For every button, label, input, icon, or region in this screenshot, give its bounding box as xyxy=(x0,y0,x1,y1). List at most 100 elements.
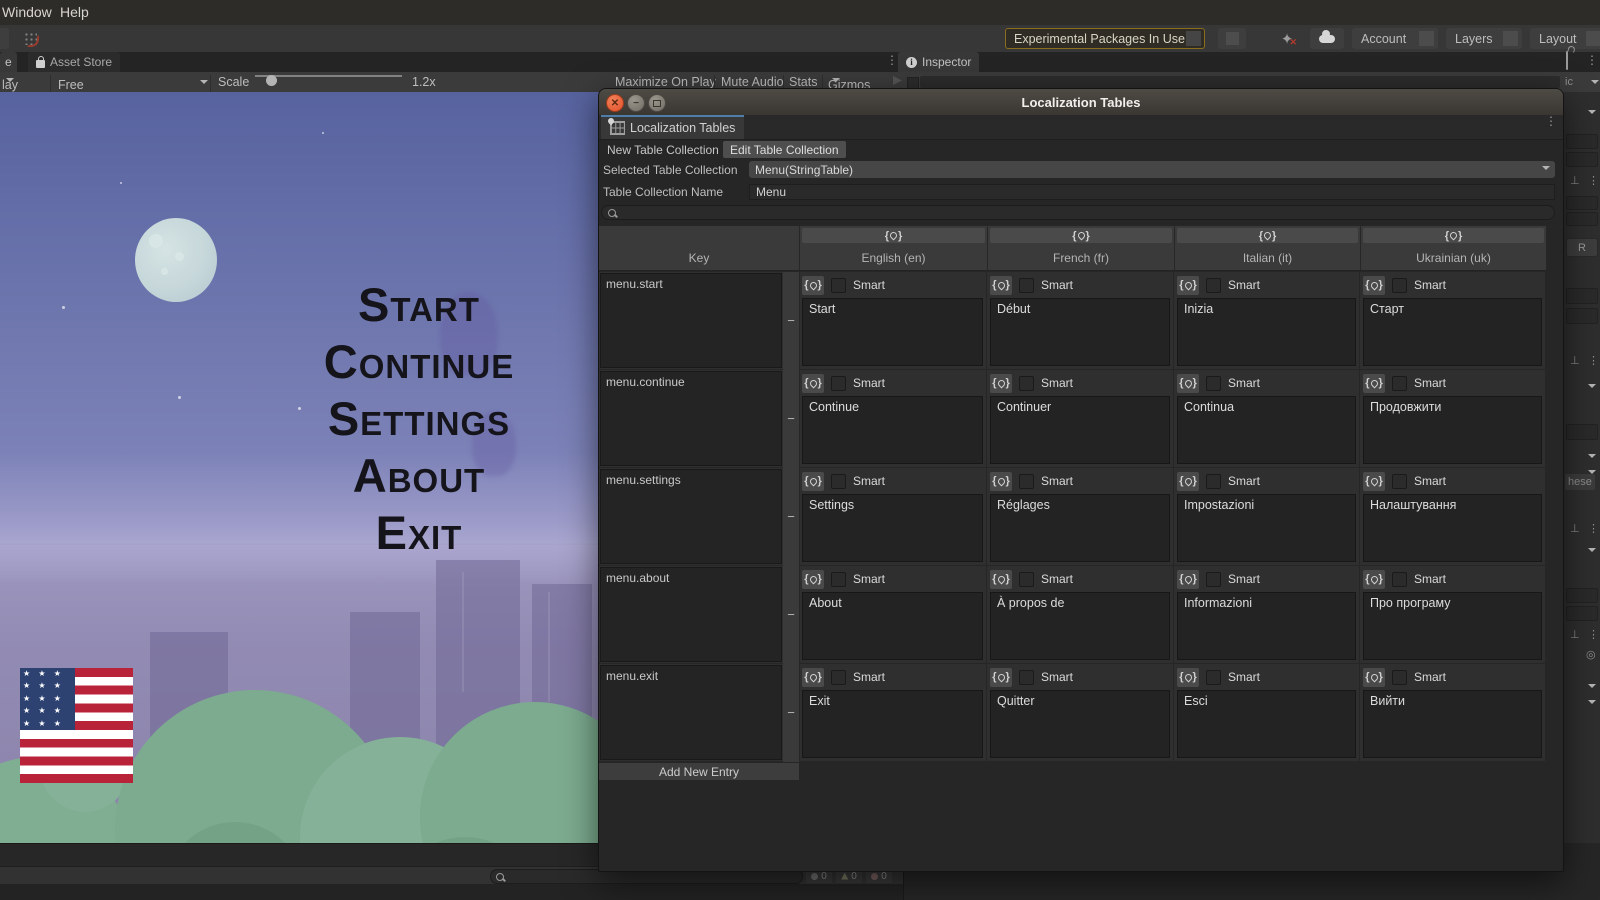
services-button[interactable] xyxy=(1218,28,1246,49)
maximize-on-play-toggle[interactable]: Maximize On Play xyxy=(615,75,716,89)
chevron-down-icon[interactable] xyxy=(1588,110,1596,118)
translation-field[interactable]: Про програму xyxy=(1363,592,1542,660)
game-menu-start[interactable]: Start xyxy=(258,280,580,329)
chevron-down-icon[interactable] xyxy=(1588,454,1596,462)
smart-checkbox[interactable] xyxy=(831,572,846,587)
cell-metadata-button[interactable]: {} xyxy=(990,570,1012,589)
kebab-icon[interactable]: ⋮ xyxy=(1588,354,1599,367)
column-header-english[interactable]: {} English (en) xyxy=(800,226,988,270)
game-menu-settings[interactable]: Settings xyxy=(258,394,580,443)
experimental-packages-button[interactable]: Experimental Packages In Use xyxy=(1005,28,1205,49)
cell-metadata-button[interactable]: {} xyxy=(802,668,824,687)
cell-metadata-button[interactable]: {} xyxy=(1363,374,1385,393)
smart-checkbox[interactable] xyxy=(1392,670,1407,685)
column-header-french[interactable]: {} French (fr) xyxy=(988,226,1175,270)
foldout-icon[interactable] xyxy=(893,76,902,85)
scale-slider-knob[interactable] xyxy=(266,75,277,86)
column-metadata-button[interactable]: {} xyxy=(802,228,985,243)
menu-help[interactable]: Help xyxy=(60,4,89,20)
cell-metadata-button[interactable]: {} xyxy=(1177,472,1199,491)
tab-game-partial[interactable]: e xyxy=(0,52,17,72)
cell-metadata-button[interactable]: {} xyxy=(1363,276,1385,295)
account-dropdown[interactable]: Account xyxy=(1352,28,1438,49)
smart-checkbox[interactable] xyxy=(1206,376,1221,391)
preset-icon[interactable]: ⊥ xyxy=(1570,522,1580,535)
translation-field[interactable]: About xyxy=(802,592,983,660)
cell-metadata-button[interactable]: {} xyxy=(990,472,1012,491)
chevron-down-icon[interactable] xyxy=(1588,684,1596,692)
mute-audio-toggle[interactable]: Mute Audio xyxy=(721,75,784,89)
button-fragment[interactable]: hese xyxy=(1565,474,1595,490)
kebab-icon[interactable]: ⋮ xyxy=(1588,174,1599,187)
cloud-button[interactable] xyxy=(1310,28,1344,49)
new-table-collection-button[interactable]: New Table Collection xyxy=(600,141,726,158)
cell-metadata-button[interactable]: {} xyxy=(1363,570,1385,589)
remove-entry-button[interactable]: − xyxy=(785,609,797,621)
game-menu-exit[interactable]: Exit xyxy=(258,508,580,557)
translation-field[interactable]: Продовжити xyxy=(1363,396,1542,464)
translation-field[interactable]: Continuer xyxy=(990,396,1170,464)
smart-checkbox[interactable] xyxy=(831,278,846,293)
translation-field[interactable]: Continue xyxy=(802,396,983,464)
key-field[interactable]: menu.continue xyxy=(600,371,782,466)
smart-checkbox[interactable] xyxy=(1019,474,1034,489)
translation-field[interactable]: Continua xyxy=(1177,396,1356,464)
smart-checkbox[interactable] xyxy=(831,376,846,391)
edit-table-collection-button[interactable]: Edit Table Collection xyxy=(723,141,846,158)
chevron-down-icon[interactable] xyxy=(1588,700,1596,708)
key-field[interactable]: menu.settings xyxy=(600,469,782,564)
column-header-italian[interactable]: {} Italian (it) xyxy=(1175,226,1361,270)
layout-dropdown[interactable]: Layout xyxy=(1530,28,1600,49)
smart-checkbox[interactable] xyxy=(1206,670,1221,685)
chevron-down-icon[interactable] xyxy=(1588,384,1596,392)
cell-metadata-button[interactable]: {} xyxy=(990,276,1012,295)
translation-field[interactable]: Quitter xyxy=(990,690,1170,758)
smart-checkbox[interactable] xyxy=(1392,572,1407,587)
preset-icon[interactable]: ⊥ xyxy=(1570,628,1580,641)
key-field[interactable]: menu.about xyxy=(600,567,782,662)
cell-metadata-button[interactable]: {} xyxy=(1363,668,1385,687)
translation-field[interactable]: Réglages xyxy=(990,494,1170,562)
smart-checkbox[interactable] xyxy=(831,670,846,685)
cell-metadata-button[interactable]: {} xyxy=(1177,570,1199,589)
remove-entry-button[interactable]: − xyxy=(785,707,797,719)
selected-collection-dropdown[interactable]: Menu(StringTable) xyxy=(749,161,1555,178)
remove-entry-button[interactable]: − xyxy=(785,511,797,523)
smart-checkbox[interactable] xyxy=(1392,474,1407,489)
smart-checkbox[interactable] xyxy=(1206,474,1221,489)
smart-checkbox[interactable] xyxy=(1019,572,1034,587)
window-menu-icon[interactable]: ⋮ xyxy=(1545,119,1557,124)
translation-field[interactable]: Début xyxy=(990,298,1170,366)
window-minimize-button[interactable]: − xyxy=(627,94,645,112)
gameobject-name-field[interactable] xyxy=(920,76,1560,88)
game-menu-about[interactable]: About xyxy=(258,451,580,500)
tool-button-partial[interactable] xyxy=(0,28,9,49)
smart-checkbox[interactable] xyxy=(831,474,846,489)
smart-checkbox[interactable] xyxy=(1392,278,1407,293)
cell-metadata-button[interactable]: {} xyxy=(990,668,1012,687)
cell-metadata-button[interactable]: {} xyxy=(802,276,824,295)
key-field[interactable]: menu.start xyxy=(600,273,782,368)
cell-metadata-button[interactable]: {} xyxy=(990,374,1012,393)
translation-field[interactable]: À propos de xyxy=(990,592,1170,660)
collection-name-field[interactable]: Menu xyxy=(749,184,1555,200)
smart-checkbox[interactable] xyxy=(1206,572,1221,587)
scale-slider-track[interactable] xyxy=(255,75,402,77)
tab-localization-tables[interactable]: Localization Tables xyxy=(601,115,744,139)
rotation-button[interactable]: R xyxy=(1566,238,1598,257)
translation-field[interactable]: Esci xyxy=(1177,690,1356,758)
translation-field[interactable]: Вийти xyxy=(1363,690,1542,758)
grid-snap-tool-button[interactable] xyxy=(16,28,44,49)
collab-button[interactable]: ✦✕ xyxy=(1270,28,1304,49)
game-panel-menu-icon[interactable]: ⋮ xyxy=(886,58,898,63)
menu-window[interactable]: Window xyxy=(2,4,52,20)
kebab-icon[interactable]: ⋮ xyxy=(1588,522,1599,535)
game-menu-continue[interactable]: Continue xyxy=(258,337,580,386)
static-chevron-icon[interactable] xyxy=(1591,80,1599,88)
cell-metadata-button[interactable]: {} xyxy=(802,374,824,393)
smart-checkbox[interactable] xyxy=(1019,278,1034,293)
translation-field[interactable]: Старт xyxy=(1363,298,1542,366)
preset-icon[interactable]: ⊥ xyxy=(1570,174,1580,187)
radius-icon[interactable]: ◎ xyxy=(1586,648,1596,661)
translation-field[interactable]: Impostazioni xyxy=(1177,494,1356,562)
